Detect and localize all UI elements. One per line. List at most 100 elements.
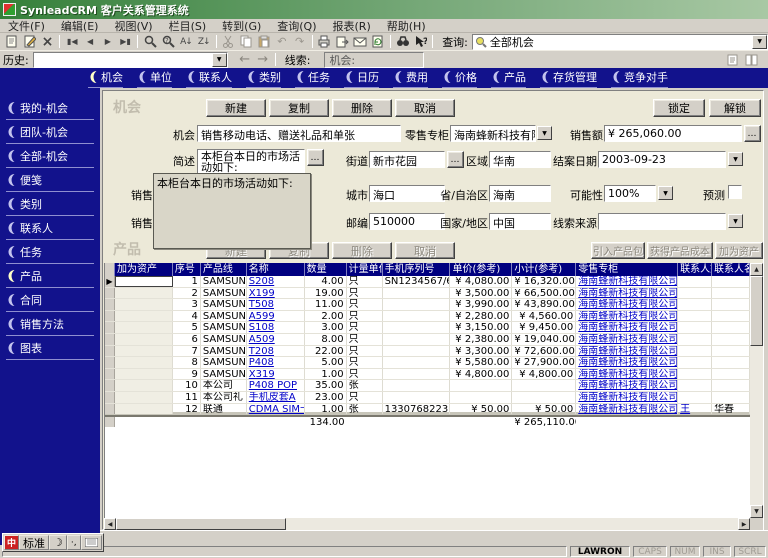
unlock-button[interactable]: 解锁 xyxy=(709,99,761,117)
delete-record-icon[interactable]: × xyxy=(39,34,57,49)
book-icon[interactable] xyxy=(742,52,760,67)
title-bar[interactable]: SynleadCRM 客户关系管理系统 xyxy=(0,0,768,19)
tab-竞争对手[interactable]: 竞争对手 xyxy=(611,69,668,88)
counter-input[interactable]: 海南蜂新科技有限公司 xyxy=(450,125,536,142)
query-combobox[interactable]: 全部机会 ▼ xyxy=(472,34,768,50)
product-cancel-button[interactable]: 取消 xyxy=(395,242,455,259)
vertical-scrollbar[interactable]: ▲ ▼ xyxy=(750,263,763,518)
zip-input[interactable]: 510000 xyxy=(369,213,445,230)
menu-item[interactable]: 查询(Q) xyxy=(269,18,324,34)
row-selector[interactable] xyxy=(105,288,115,299)
last-record-icon[interactable]: ▶▮ xyxy=(117,34,135,49)
row-selector[interactable] xyxy=(105,334,115,345)
cell-link-name[interactable]: 手机皮套A xyxy=(249,392,296,403)
cell-link-counter[interactable]: 海南蜂新科技有限公司 xyxy=(578,276,678,287)
report-icon[interactable] xyxy=(724,52,742,67)
cell-link-name[interactable]: T208 xyxy=(249,346,274,357)
cell-asset[interactable] xyxy=(115,346,173,357)
tab-机会[interactable]: 机会 xyxy=(88,69,123,88)
column-header-联系人姓[interactable]: 联系人姓 xyxy=(678,263,712,276)
cell-asset[interactable] xyxy=(115,276,173,287)
new-record-icon[interactable] xyxy=(3,34,21,49)
cell-link-counter[interactable]: 海南蜂新科技有限公司 xyxy=(578,404,678,415)
ime-language-icon[interactable]: 中 xyxy=(4,535,19,550)
source-dropdown-button[interactable]: ▼ xyxy=(728,214,743,228)
amount-input[interactable]: ¥ 265,060.00 xyxy=(604,125,742,142)
row-selector[interactable] xyxy=(105,322,115,333)
copy-icon[interactable] xyxy=(237,34,255,49)
cell-asset[interactable] xyxy=(115,288,173,299)
redo-icon[interactable]: ↷ xyxy=(291,34,309,49)
row-selector[interactable] xyxy=(105,299,115,310)
sidebar-item-销售方法[interactable]: 销售方法 xyxy=(6,312,94,336)
row-selector[interactable] xyxy=(105,404,115,415)
table-row[interactable]: 9SAMSUNGX3191.00只¥ 4,800.00¥ 4,800.00海南蜂… xyxy=(105,369,750,381)
region-input[interactable]: 华南 xyxy=(489,151,551,168)
get-product-cost-button[interactable]: 获得产品成本 xyxy=(647,242,713,259)
cell-link-counter[interactable]: 海南蜂新科技有限公司 xyxy=(578,346,678,357)
menu-item[interactable]: 栏目(S) xyxy=(161,18,215,34)
vertical-scroll-thumb[interactable] xyxy=(750,276,763,346)
sidebar-item-团队-机会[interactable]: 团队-机会 xyxy=(6,120,94,144)
probability-dropdown-button[interactable]: ▼ xyxy=(658,186,673,200)
table-row[interactable]: 2SAMSUNGX19919.00只¥ 3,500.00¥ 66,500.00海… xyxy=(105,288,750,300)
table-row[interactable]: 8SAMSUNGP4085.00只¥ 5,580.00¥ 27,900.00海南… xyxy=(105,357,750,369)
forecast-checkbox[interactable] xyxy=(728,185,742,199)
context-help-icon[interactable]: ? xyxy=(411,34,429,49)
ime-softkeyboard-icon[interactable] xyxy=(81,535,102,550)
ime-punctuation-icon[interactable]: ·, xyxy=(67,535,81,550)
column-header-手机序列号[interactable]: 手机序列号 xyxy=(383,263,451,276)
horizontal-scrollbar[interactable]: ◀ ▶ xyxy=(104,518,750,530)
cell-link-last[interactable]: 王 xyxy=(680,404,690,415)
province-input[interactable]: 海南 xyxy=(489,185,551,202)
source-input[interactable] xyxy=(598,213,726,230)
column-header-单价(参考)[interactable]: 单价(参考) xyxy=(450,263,512,276)
cell-asset[interactable] xyxy=(115,392,173,403)
row-selector[interactable] xyxy=(105,357,115,368)
cell-link-counter[interactable]: 海南蜂新科技有限公司 xyxy=(578,357,678,368)
undo-icon[interactable]: ↶ xyxy=(273,34,291,49)
tab-存货管理[interactable]: 存货管理 xyxy=(540,69,597,88)
cell-link-counter[interactable]: 海南蜂新科技有限公司 xyxy=(578,288,678,299)
cell-link-counter[interactable]: 海南蜂新科技有限公司 xyxy=(578,334,678,345)
cut-icon[interactable] xyxy=(220,34,238,49)
opp-name-input[interactable]: 销售移动电话、赠送礼品和单张 xyxy=(197,125,401,142)
cell-link-name[interactable]: A599 xyxy=(249,311,275,322)
cell-link-counter[interactable]: 海南蜂新科技有限公司 xyxy=(578,392,678,403)
row-selector[interactable] xyxy=(105,380,115,391)
sidebar-item-类别[interactable]: 类别 xyxy=(6,192,94,216)
table-row[interactable]: 4SAMSUNGA5992.00只¥ 2,280.00¥ 4,560.00海南蜂… xyxy=(105,311,750,323)
prev-record-icon[interactable]: ◀ xyxy=(81,34,99,49)
cell-link-counter[interactable]: 海南蜂新科技有限公司 xyxy=(578,380,678,391)
ime-fullhalf-moon-icon[interactable]: ☽ xyxy=(49,535,67,550)
cell-asset[interactable] xyxy=(115,299,173,310)
row-selector[interactable] xyxy=(105,346,115,357)
first-record-icon[interactable]: ▮◀ xyxy=(63,34,81,49)
tab-单位[interactable]: 单位 xyxy=(137,69,172,88)
cell-link-name[interactable]: A509 xyxy=(249,334,275,345)
horizontal-scroll-thumb[interactable] xyxy=(116,518,286,530)
street-input[interactable]: 新市花园 xyxy=(369,151,445,168)
column-header-名称[interactable]: 名称 xyxy=(247,263,305,276)
table-row[interactable]: 6SAMSUNGA5098.00只¥ 2,380.00¥ 19,040.00海南… xyxy=(105,334,750,346)
table-row[interactable]: 10本公司P408 POP35.00张海南蜂新科技有限公司 xyxy=(105,380,750,392)
cell-link-name[interactable]: X199 xyxy=(249,288,275,299)
menu-item[interactable]: 转到(G) xyxy=(214,18,269,34)
counter-dropdown-button[interactable]: ▼ xyxy=(537,126,552,140)
sidebar-item-我的-机会[interactable]: 我的-机会 xyxy=(6,96,94,120)
send-mail-icon[interactable] xyxy=(351,34,369,49)
next-record-icon[interactable]: ▶ xyxy=(99,34,117,49)
brief-ellipsis-button[interactable]: … xyxy=(307,149,324,166)
column-header-序号[interactable]: 序号 xyxy=(173,263,201,276)
tab-联系人[interactable]: 联系人 xyxy=(186,69,232,88)
menu-item[interactable]: 视图(V) xyxy=(106,18,160,34)
row-selector[interactable] xyxy=(105,311,115,322)
cell-link-name[interactable]: S108 xyxy=(249,322,274,333)
table-row[interactable]: 7SAMSUNGT20822.00只¥ 3,300.00¥ 72,600.00海… xyxy=(105,346,750,358)
city-input[interactable]: 海口 xyxy=(369,185,445,202)
scroll-up-button[interactable]: ▲ xyxy=(750,263,763,276)
column-header-零售专柜[interactable]: 零售专柜 xyxy=(576,263,678,276)
opp-copy-button[interactable]: 复制 xyxy=(269,99,329,117)
sidebar-item-联系人[interactable]: 联系人 xyxy=(6,216,94,240)
refresh-icon[interactable] xyxy=(369,34,387,49)
